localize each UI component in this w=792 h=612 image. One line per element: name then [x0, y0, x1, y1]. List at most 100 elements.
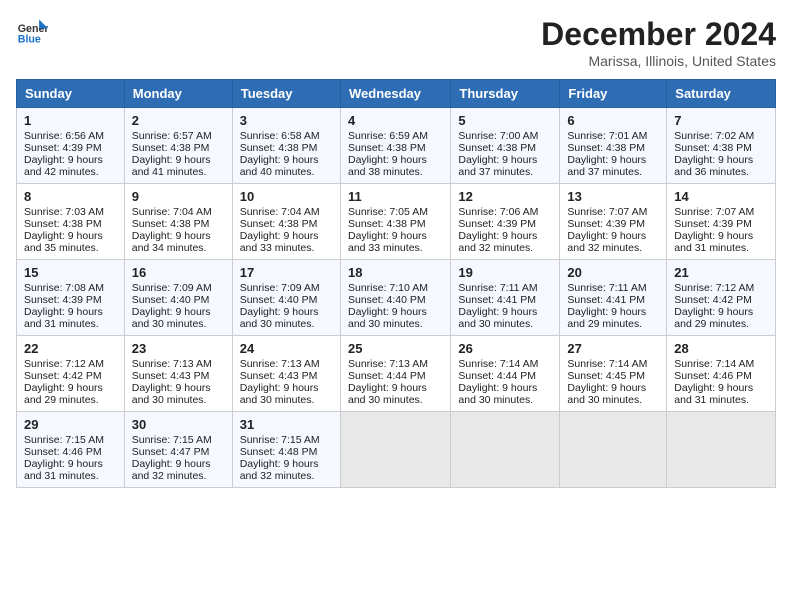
sunset-text: Sunset: 4:43 PM	[132, 370, 210, 382]
day-number: 2	[132, 113, 225, 128]
col-friday: Friday	[560, 80, 667, 108]
table-row: 11Sunrise: 7:05 AMSunset: 4:38 PMDayligh…	[340, 184, 450, 260]
day-number: 31	[240, 417, 333, 432]
sunset-text: Sunset: 4:39 PM	[567, 218, 645, 230]
daylight-text: Daylight: 9 hours and 32 minutes.	[567, 230, 646, 254]
sunrise-text: Sunrise: 7:09 AM	[240, 282, 320, 294]
day-number: 16	[132, 265, 225, 280]
calendar-table: Sunday Monday Tuesday Wednesday Thursday…	[16, 79, 776, 488]
daylight-text: Daylight: 9 hours and 29 minutes.	[567, 306, 646, 330]
day-number: 22	[24, 341, 117, 356]
sunset-text: Sunset: 4:38 PM	[348, 142, 426, 154]
day-number: 8	[24, 189, 117, 204]
sunrise-text: Sunrise: 7:15 AM	[132, 434, 212, 446]
sunrise-text: Sunrise: 6:58 AM	[240, 130, 320, 142]
daylight-text: Daylight: 9 hours and 31 minutes.	[24, 458, 103, 482]
sunset-text: Sunset: 4:45 PM	[567, 370, 645, 382]
table-row: 8Sunrise: 7:03 AMSunset: 4:38 PMDaylight…	[17, 184, 125, 260]
daylight-text: Daylight: 9 hours and 31 minutes.	[674, 230, 753, 254]
table-row: 19Sunrise: 7:11 AMSunset: 4:41 PMDayligh…	[451, 260, 560, 336]
calendar-header-row: Sunday Monday Tuesday Wednesday Thursday…	[17, 80, 776, 108]
daylight-text: Daylight: 9 hours and 37 minutes.	[567, 154, 646, 178]
sunset-text: Sunset: 4:38 PM	[132, 218, 210, 230]
table-row: 23Sunrise: 7:13 AMSunset: 4:43 PMDayligh…	[124, 336, 232, 412]
sunset-text: Sunset: 4:39 PM	[24, 294, 102, 306]
day-number: 27	[567, 341, 659, 356]
sunset-text: Sunset: 4:40 PM	[132, 294, 210, 306]
sunset-text: Sunset: 4:39 PM	[24, 142, 102, 154]
table-row: 25Sunrise: 7:13 AMSunset: 4:44 PMDayligh…	[340, 336, 450, 412]
sunrise-text: Sunrise: 7:08 AM	[24, 282, 104, 294]
sunrise-text: Sunrise: 7:13 AM	[348, 358, 428, 370]
daylight-text: Daylight: 9 hours and 34 minutes.	[132, 230, 211, 254]
sunset-text: Sunset: 4:38 PM	[240, 218, 318, 230]
table-row	[451, 412, 560, 488]
sunrise-text: Sunrise: 7:10 AM	[348, 282, 428, 294]
sunrise-text: Sunrise: 7:05 AM	[348, 206, 428, 218]
sunset-text: Sunset: 4:41 PM	[567, 294, 645, 306]
sunrise-text: Sunrise: 7:04 AM	[132, 206, 212, 218]
sunrise-text: Sunrise: 6:59 AM	[348, 130, 428, 142]
table-row: 13Sunrise: 7:07 AMSunset: 4:39 PMDayligh…	[560, 184, 667, 260]
sunrise-text: Sunrise: 7:04 AM	[240, 206, 320, 218]
day-number: 14	[674, 189, 768, 204]
table-row: 5Sunrise: 7:00 AMSunset: 4:38 PMDaylight…	[451, 108, 560, 184]
daylight-text: Daylight: 9 hours and 32 minutes.	[240, 458, 319, 482]
day-number: 28	[674, 341, 768, 356]
sunset-text: Sunset: 4:38 PM	[567, 142, 645, 154]
table-row: 1Sunrise: 6:56 AMSunset: 4:39 PMDaylight…	[17, 108, 125, 184]
day-number: 3	[240, 113, 333, 128]
table-row: 26Sunrise: 7:14 AMSunset: 4:44 PMDayligh…	[451, 336, 560, 412]
day-number: 17	[240, 265, 333, 280]
day-number: 23	[132, 341, 225, 356]
daylight-text: Daylight: 9 hours and 30 minutes.	[348, 382, 427, 406]
calendar-week-row: 8Sunrise: 7:03 AMSunset: 4:38 PMDaylight…	[17, 184, 776, 260]
daylight-text: Daylight: 9 hours and 40 minutes.	[240, 154, 319, 178]
table-row: 10Sunrise: 7:04 AMSunset: 4:38 PMDayligh…	[232, 184, 340, 260]
sunset-text: Sunset: 4:46 PM	[24, 446, 102, 458]
day-number: 12	[458, 189, 552, 204]
calendar-week-row: 1Sunrise: 6:56 AMSunset: 4:39 PMDaylight…	[17, 108, 776, 184]
daylight-text: Daylight: 9 hours and 31 minutes.	[24, 306, 103, 330]
col-saturday: Saturday	[667, 80, 776, 108]
table-row: 12Sunrise: 7:06 AMSunset: 4:39 PMDayligh…	[451, 184, 560, 260]
sunset-text: Sunset: 4:42 PM	[674, 294, 752, 306]
daylight-text: Daylight: 9 hours and 38 minutes.	[348, 154, 427, 178]
daylight-text: Daylight: 9 hours and 31 minutes.	[674, 382, 753, 406]
daylight-text: Daylight: 9 hours and 30 minutes.	[458, 382, 537, 406]
sunrise-text: Sunrise: 6:56 AM	[24, 130, 104, 142]
table-row: 14Sunrise: 7:07 AMSunset: 4:39 PMDayligh…	[667, 184, 776, 260]
sunrise-text: Sunrise: 7:01 AM	[567, 130, 647, 142]
sunset-text: Sunset: 4:38 PM	[674, 142, 752, 154]
sunrise-text: Sunrise: 6:57 AM	[132, 130, 212, 142]
daylight-text: Daylight: 9 hours and 29 minutes.	[24, 382, 103, 406]
month-title: December 2024	[541, 16, 776, 53]
sunset-text: Sunset: 4:39 PM	[458, 218, 536, 230]
sunrise-text: Sunrise: 7:15 AM	[240, 434, 320, 446]
calendar-week-row: 29Sunrise: 7:15 AMSunset: 4:46 PMDayligh…	[17, 412, 776, 488]
sunrise-text: Sunrise: 7:14 AM	[458, 358, 538, 370]
sunset-text: Sunset: 4:40 PM	[348, 294, 426, 306]
table-row: 22Sunrise: 7:12 AMSunset: 4:42 PMDayligh…	[17, 336, 125, 412]
day-number: 6	[567, 113, 659, 128]
sunset-text: Sunset: 4:48 PM	[240, 446, 318, 458]
daylight-text: Daylight: 9 hours and 33 minutes.	[348, 230, 427, 254]
day-number: 18	[348, 265, 443, 280]
logo: General Blue	[16, 16, 48, 48]
calendar-week-row: 15Sunrise: 7:08 AMSunset: 4:39 PMDayligh…	[17, 260, 776, 336]
day-number: 24	[240, 341, 333, 356]
day-number: 29	[24, 417, 117, 432]
table-row: 24Sunrise: 7:13 AMSunset: 4:43 PMDayligh…	[232, 336, 340, 412]
day-number: 7	[674, 113, 768, 128]
day-number: 5	[458, 113, 552, 128]
day-number: 11	[348, 189, 443, 204]
daylight-text: Daylight: 9 hours and 30 minutes.	[458, 306, 537, 330]
daylight-text: Daylight: 9 hours and 29 minutes.	[674, 306, 753, 330]
col-tuesday: Tuesday	[232, 80, 340, 108]
sunrise-text: Sunrise: 7:14 AM	[674, 358, 754, 370]
table-row: 2Sunrise: 6:57 AMSunset: 4:38 PMDaylight…	[124, 108, 232, 184]
table-row: 20Sunrise: 7:11 AMSunset: 4:41 PMDayligh…	[560, 260, 667, 336]
daylight-text: Daylight: 9 hours and 30 minutes.	[348, 306, 427, 330]
title-area: December 2024 Marissa, Illinois, United …	[541, 16, 776, 69]
sunset-text: Sunset: 4:46 PM	[674, 370, 752, 382]
